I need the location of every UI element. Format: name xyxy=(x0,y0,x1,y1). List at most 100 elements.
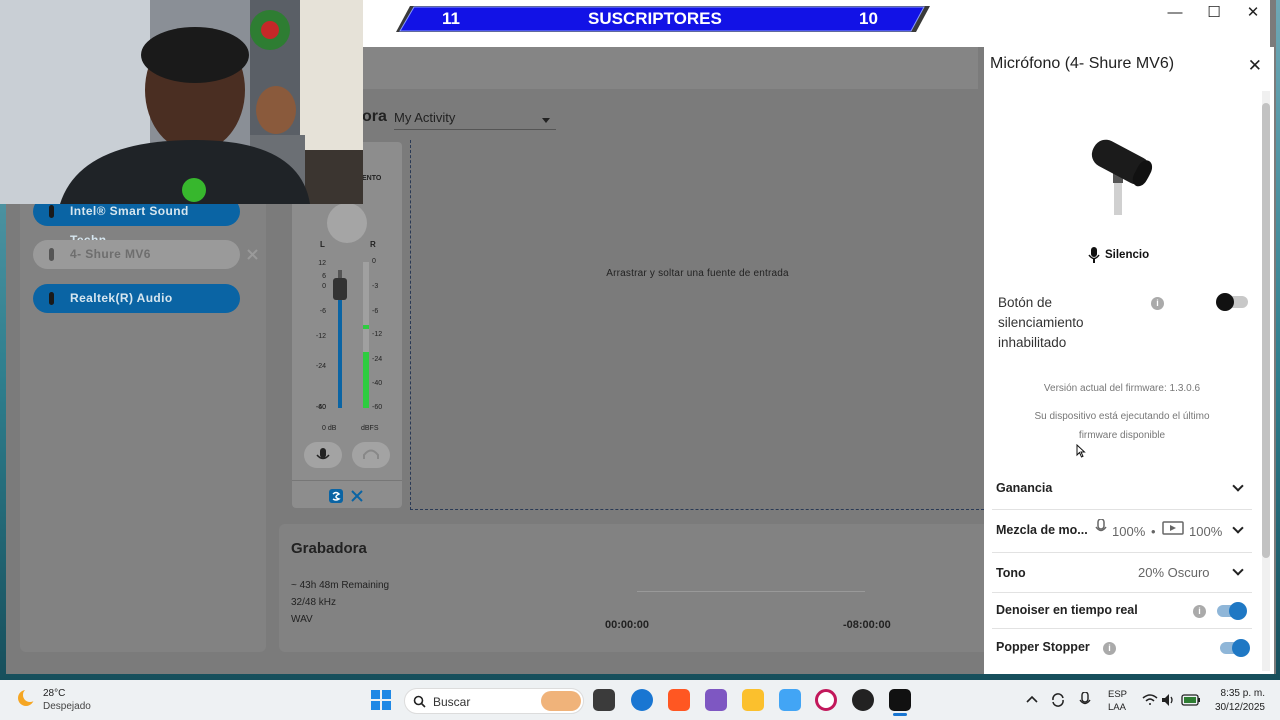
obs-icon[interactable] xyxy=(852,689,874,711)
windows-start-icon[interactable] xyxy=(371,690,391,710)
tools-icon[interactable] xyxy=(350,489,364,503)
gain-tick-label: 6 xyxy=(322,273,326,280)
dbfs-tick-label: 0 xyxy=(372,258,376,265)
wifi-icon[interactable] xyxy=(1142,692,1158,708)
banner-left-number: 11 xyxy=(442,9,460,28)
panel-title: Micrófono (4- Shure MV6) xyxy=(990,55,1175,72)
moon-icon xyxy=(18,688,37,706)
tone-value: 20% Oscuro xyxy=(1138,565,1210,580)
activity-dropdown[interactable]: My Activity xyxy=(394,110,556,130)
pan-right-label: R xyxy=(370,240,376,249)
chevron-down-icon xyxy=(542,118,550,123)
toggle-knob xyxy=(1229,602,1247,620)
pan-knob[interactable] xyxy=(327,203,367,243)
volume-icon[interactable] xyxy=(1160,692,1176,708)
dbfs-unit-label: dBFS xyxy=(361,425,379,432)
sync-icon[interactable] xyxy=(1050,692,1066,708)
popper-stopper-toggle[interactable] xyxy=(1220,639,1250,657)
headphones-icon xyxy=(363,449,379,459)
gain-tick-label: 0 xyxy=(322,283,326,290)
banner-right-number: 10 xyxy=(859,9,878,28)
file-explorer-icon[interactable] xyxy=(742,689,764,711)
scrollbar-thumb[interactable] xyxy=(1262,103,1270,558)
device-label: 4- Shure MV6 xyxy=(70,247,151,261)
recorder-remaining: ~ 43h 48m Remaining xyxy=(291,580,390,591)
mix-mic-value: 100% xyxy=(1112,524,1146,539)
search-icon xyxy=(413,695,426,708)
divider xyxy=(992,509,1252,510)
mic-icon[interactable] xyxy=(1079,692,1091,708)
mute-button-toggle[interactable] xyxy=(1216,293,1248,311)
weather-widget[interactable] xyxy=(16,688,37,708)
denoiser-toggle[interactable] xyxy=(1217,602,1247,620)
recorder-title: Grabadora xyxy=(291,540,367,557)
gain-unit-label: 0 dB xyxy=(322,425,337,432)
copilot-icon[interactable] xyxy=(705,689,727,711)
gain-section-label[interactable]: Ganancia xyxy=(996,481,1052,495)
tools-icon[interactable] xyxy=(246,248,259,261)
denoiser-label: Denoiser en tiempo real xyxy=(996,603,1138,617)
recorder-panel: Grabadora ~ 43h 48m Remaining 32/48 kHz … xyxy=(279,524,984,652)
language-bottom[interactable]: LAA xyxy=(1108,702,1126,713)
divider xyxy=(992,628,1252,629)
recorder-rate: 32/48 kHz xyxy=(291,597,337,608)
playback-icon xyxy=(1162,521,1184,535)
clock-time[interactable]: 8:35 p. m. xyxy=(1210,688,1265,699)
mix-playback-value: 100% xyxy=(1189,524,1223,539)
fader-handle[interactable] xyxy=(333,278,347,300)
weather-temp: 28°C xyxy=(43,688,66,699)
activity-title: ora xyxy=(362,108,387,125)
device-shure-mv6[interactable]: 4- Shure MV6 xyxy=(33,240,240,269)
dbfs-tick-label: -24 xyxy=(372,356,383,363)
search-placeholder: Buscar xyxy=(433,695,471,709)
search-highlight-image xyxy=(541,691,581,711)
dbfs-tick-label: -6 xyxy=(372,308,379,315)
active-app-indicator xyxy=(893,713,907,716)
opera-icon[interactable] xyxy=(815,689,837,711)
maximize-button[interactable]: ☐ xyxy=(1197,4,1231,22)
weather-desc: Despejado xyxy=(43,701,91,712)
brave-icon[interactable] xyxy=(668,689,690,711)
dbfs-tick-label: -60 xyxy=(372,404,383,411)
shure-plus-icon[interactable] xyxy=(889,689,911,711)
task-view-icon[interactable] xyxy=(593,689,615,711)
outlook-icon[interactable] xyxy=(779,689,801,711)
monitor-mix-label[interactable]: Mezcla de mo... xyxy=(996,523,1088,537)
chevron-up-icon[interactable] xyxy=(1026,694,1038,706)
firmware-status: Su dispositivo está ejecutando el último… xyxy=(1034,411,1210,441)
drop-zone-hint: Arrastrar y soltar una fuente de entrada xyxy=(606,268,789,279)
banner-title: SUSCRIPTORES xyxy=(588,9,722,28)
device-settings-panel: Micrófono (4- Shure MV6) ✕ Silencio Botó… xyxy=(984,47,1274,674)
fader-fill xyxy=(338,292,342,408)
mixer-divider xyxy=(292,480,402,481)
chevron-down-icon[interactable] xyxy=(1232,480,1244,492)
taskbar-search[interactable]: Buscar xyxy=(404,688,584,714)
dbfs-tick-label: -40 xyxy=(372,380,383,387)
battery-icon[interactable] xyxy=(1181,694,1201,706)
gain-tick-label: 12 xyxy=(318,260,326,267)
chevron-down-icon[interactable] xyxy=(1232,564,1244,576)
info-icon[interactable]: i xyxy=(1151,297,1164,310)
divider xyxy=(992,552,1252,553)
clock-date[interactable]: 30/12/2025 xyxy=(1210,702,1265,713)
mic-icon xyxy=(49,205,54,218)
mouse-cursor-icon xyxy=(1076,444,1086,458)
recorder-format: WAV xyxy=(291,614,313,625)
minimize-button[interactable]: — xyxy=(1158,4,1192,22)
language-top[interactable]: ESP xyxy=(1108,689,1127,700)
panel-close-button[interactable]: ✕ xyxy=(1248,56,1262,76)
shure-mv6-image xyxy=(1091,139,1153,215)
subscriber-banner: 11 SUSCRIPTORES 10 xyxy=(396,6,930,32)
device-realtek[interactable]: Realtek(R) Audio xyxy=(33,284,240,313)
panel-scrollbar[interactable] xyxy=(1262,91,1270,671)
monitor-headphones-button[interactable] xyxy=(352,442,390,468)
input-drop-zone[interactable]: Arrastrar y soltar una fuente de entrada xyxy=(410,140,984,510)
info-icon[interactable]: i xyxy=(1193,605,1206,618)
monitor-mic-button[interactable] xyxy=(304,442,342,468)
skype-icon[interactable] xyxy=(329,489,343,503)
tone-label[interactable]: Tono xyxy=(996,566,1026,580)
window-close-button[interactable]: ✕ xyxy=(1236,4,1270,22)
info-icon[interactable]: i xyxy=(1103,642,1116,655)
edge-icon[interactable] xyxy=(631,689,653,711)
chevron-down-icon[interactable] xyxy=(1232,522,1244,534)
